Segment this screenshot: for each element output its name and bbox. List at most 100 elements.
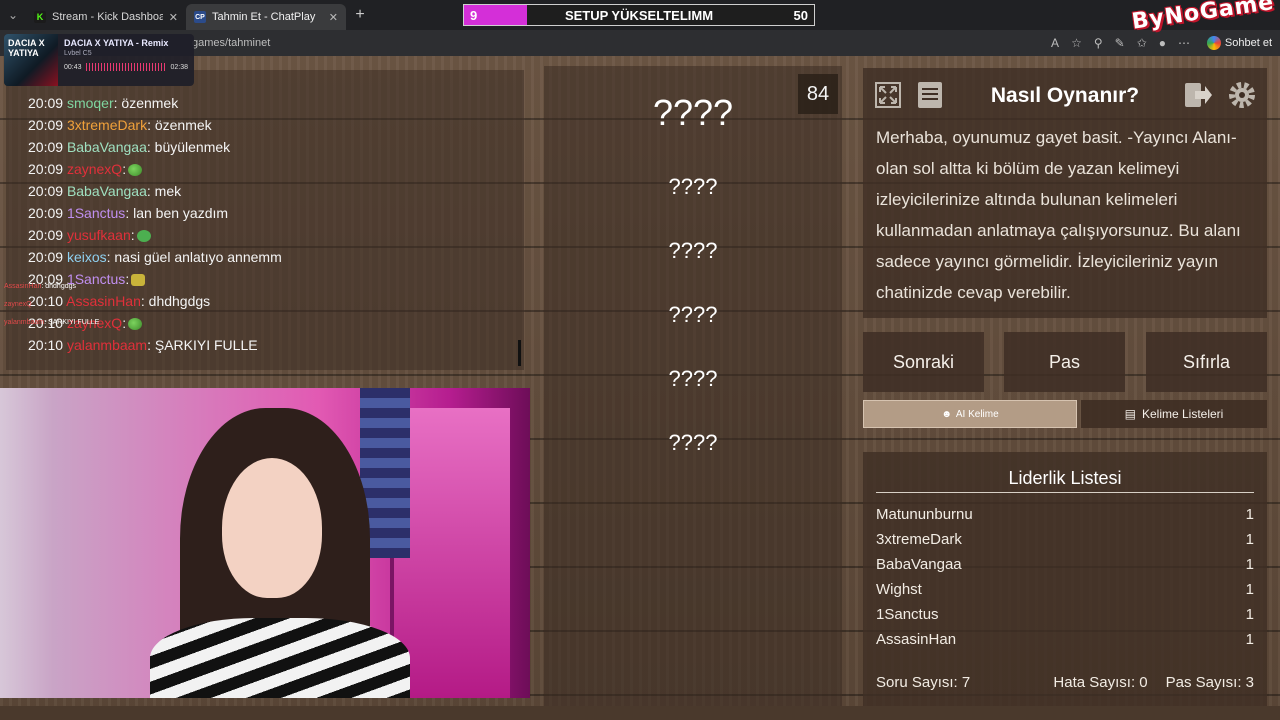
chat-username[interactable]: BabaVangaa [67, 139, 147, 155]
tab-kick-dashboard[interactable]: K Stream - Kick Dashboard ✕ [26, 4, 186, 30]
next-button[interactable]: Sonraki [863, 332, 984, 392]
leaderboard-panel: Liderlik Listesi Matununburnu 1 3xtremeDar… [863, 452, 1267, 706]
how-to-play-title: Nasıl Oynanır? [990, 84, 1140, 107]
main-word: ???? [652, 92, 734, 133]
settings-gear-icon[interactable] [1225, 78, 1259, 112]
chat-message: 20:09 BabaVangaa: mek [28, 180, 518, 202]
chatplay-favicon-icon: CP [194, 11, 206, 23]
read-aloud-icon[interactable]: A [1051, 36, 1059, 50]
mini-alert-text: : dhdhgdgs [41, 283, 77, 290]
mini-alert: AssasinHan: dhdhgdgs [4, 278, 154, 296]
tab-title: Stream - Kick Dashboard [52, 11, 163, 23]
mini-alert-user: AssasinHan [4, 283, 42, 290]
copilot-icon [1206, 36, 1221, 50]
chat-text: : [122, 161, 127, 177]
chat-text: : özenmek [147, 117, 212, 133]
ai-word-label: AI Kelime [955, 408, 999, 420]
question-count: Soru Sayısı: 7 [876, 674, 971, 691]
leaderboard-score: 1 [1245, 581, 1254, 598]
chat-username[interactable]: zaynexQ [67, 161, 122, 177]
close-icon[interactable]: ✕ [329, 11, 338, 24]
taboo-word: ???? [668, 238, 718, 263]
chat-text: : özenmek [113, 95, 179, 111]
taboo-word: ???? [668, 366, 718, 391]
chat-message: 20:10 yalanmbaam: ŞARKIYI FULLE [28, 334, 518, 356]
game-stats: Soru Sayısı: 7 Hata Sayısı: 0 Pas Sayısı… [876, 674, 1254, 691]
album-art: DACIA X YATIYA [4, 34, 58, 86]
leaderboard-row: Matununburnu 1 [876, 502, 1254, 527]
chat-username[interactable]: smoqer [67, 95, 114, 111]
goal-title: SETUP YÜKSELTELIMM [564, 7, 714, 23]
robot-icon: ☻ [941, 408, 952, 420]
notes-icon[interactable] [913, 78, 947, 112]
chat-timestamp: 20:09 [28, 249, 64, 265]
close-icon[interactable]: ✕ [169, 11, 178, 24]
chat-username[interactable]: BabaVangaa [67, 183, 147, 199]
text-cursor [518, 340, 521, 366]
copilot-chat-button[interactable]: Sohbet et [1206, 36, 1272, 50]
goal-target: 50 [793, 7, 808, 23]
leaderboard-name: Matununburnu [876, 506, 973, 523]
leaderboard-row: BabaVangaa 1 [876, 552, 1254, 577]
word-lists-label: Kelime Listeleri [1141, 407, 1224, 421]
chat-username[interactable]: keixos [67, 249, 107, 265]
mini-alert: yalanmbaam: ŞARKIYI FULLE [4, 314, 154, 332]
tab-search-icon[interactable]: ⌄ [0, 0, 26, 30]
leaderboard-row: Wighst 1 [876, 577, 1254, 602]
url-text[interactable]: games/tahminet [192, 37, 270, 49]
extensions-icon[interactable]: ⚲ [1094, 36, 1103, 50]
new-tab-icon[interactable]: + [346, 6, 374, 24]
pass-button[interactable]: Pas [1004, 332, 1125, 392]
tab-chatplay[interactable]: CP Tahmin Et - ChatPlay ✕ [186, 4, 346, 30]
chat-button-label: Sohbet et [1224, 37, 1272, 49]
word-panel: 84 ???? ???? ???? ???? ???? ???? [544, 66, 842, 706]
pass-count: Pas Sayısı: 3 [1165, 674, 1254, 691]
streamer-face [222, 458, 322, 598]
goal-current: 9 [470, 7, 478, 23]
word-lists-button[interactable]: ▤ Kelime Listeleri [1081, 400, 1267, 428]
leaderboard-list: Matununburnu 1 3xtremeDark 1 BabaVangaa 1 Wigh… [876, 502, 1254, 652]
chat-text: : lan ben yazdım [125, 205, 229, 221]
how-to-play-panel: Nasıl Oynanır? Merhaba, oyunumuz gayet b… [863, 68, 1267, 318]
chat-username[interactable]: 1Sanctus [67, 205, 125, 221]
webcam-feed [0, 388, 530, 698]
song-artist: Lvbel C5 [64, 50, 92, 57]
mini-alert: zaynexQ [4, 296, 154, 314]
album-art-text: DACIA X YATIYA [8, 38, 45, 58]
taboo-word: ???? [668, 174, 718, 199]
leaderboard-row: AssasinHan 1 [876, 627, 1254, 652]
error-count: Hata Sayısı: 0 [1053, 674, 1148, 691]
frog-emote-icon [128, 164, 143, 177]
more-options-icon[interactable]: ⋯ [1178, 36, 1190, 50]
chat-message: 20:09 smoqer: özenmek [28, 92, 518, 114]
chat-username[interactable]: yusufkaan [67, 227, 131, 243]
chat-message: 20:09 BabaVangaa: büyülenmek [28, 136, 518, 158]
waveform [85, 63, 167, 71]
song-total: 02:38 [170, 63, 188, 71]
reset-button[interactable]: Sıfırla [1146, 332, 1267, 392]
chat-message: 20:09 1Sanctus: lan ben yazdım [28, 202, 518, 224]
leaderboard-score: 1 [1245, 531, 1254, 548]
chat-timestamp: 20:09 [28, 183, 64, 199]
mini-alert-overlay: AssasinHan: dhdhgdgs zaynexQ yalanmbaam: Ş… [4, 278, 154, 332]
chat-timestamp: 20:09 [28, 227, 64, 243]
ai-word-button[interactable]: ☻ AI Kelime [863, 400, 1077, 428]
fullscreen-icon[interactable] [871, 78, 905, 112]
mini-alert-text: : ŞARKIYI FULLE [44, 319, 100, 326]
chat-message: 20:09 yusufkaan: [28, 224, 518, 246]
chat-text: : nasi güel anlatıyo annemm [106, 249, 282, 265]
goal-progress-bar: 9 SETUP YÜKSELTELIMM 50 [463, 4, 815, 26]
leaderboard-title: Liderlik Listesi [1008, 468, 1122, 488]
chat-username[interactable]: yalanmbaam [67, 337, 147, 353]
chat-message: 20:09 zaynexQ: [28, 158, 518, 180]
song-elapsed: 00:43 [64, 63, 82, 71]
favorite-star-icon[interactable]: ☆ [1071, 36, 1082, 50]
tab-title: Tahmin Et - ChatPlay [212, 11, 316, 23]
divider [876, 492, 1254, 493]
song-title: DACIA X YATIYA - Remix [64, 38, 169, 48]
leaderboard-score: 1 [1245, 631, 1254, 648]
chat-username[interactable]: 3xtremeDark [67, 117, 147, 133]
chat-timestamp: 20:09 [28, 205, 64, 221]
pen-icon[interactable]: ✎ [1115, 36, 1125, 50]
exit-icon[interactable] [1181, 78, 1215, 112]
